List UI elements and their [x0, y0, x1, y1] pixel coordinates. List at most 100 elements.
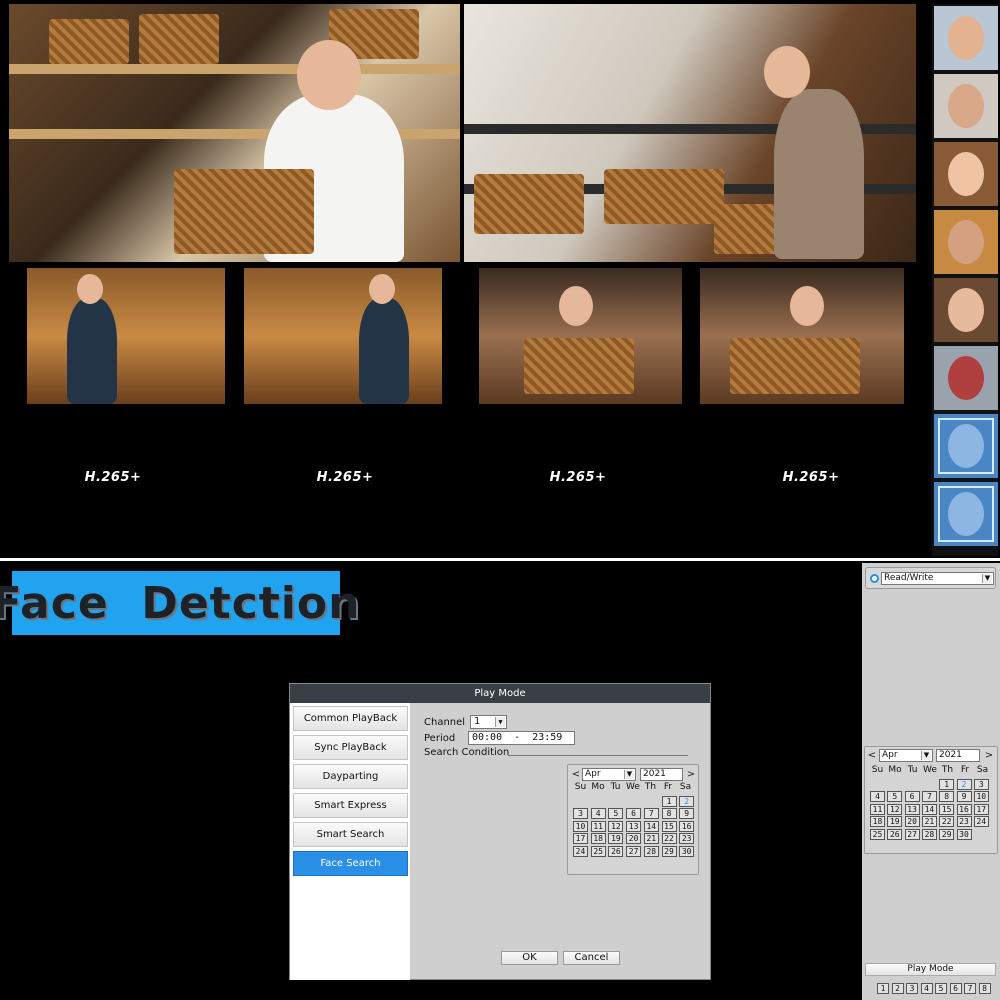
calendar-day[interactable]: 24: [973, 816, 989, 828]
calendar-day[interactable]: 24: [573, 845, 588, 857]
calendar-day[interactable]: 14: [643, 820, 659, 832]
calendar-day[interactable]: 21: [643, 833, 659, 845]
calendar-day[interactable]: 17: [573, 833, 588, 845]
channel-button[interactable]: 8: [978, 983, 991, 994]
play-mode-button[interactable]: Play Mode: [865, 963, 996, 976]
calendar-next-button[interactable]: >: [984, 750, 994, 761]
calendar-day[interactable]: 23: [679, 833, 695, 845]
calendar-day[interactable]: 22: [939, 816, 955, 828]
calendar-day[interactable]: 7: [643, 808, 659, 820]
calendar-day[interactable]: 21: [921, 816, 937, 828]
calendar-day[interactable]: 17: [973, 803, 989, 815]
calendar-day[interactable]: 9: [679, 808, 695, 820]
mode-smart-search[interactable]: Smart Search: [293, 822, 408, 847]
calendar-day[interactable]: 29: [661, 845, 677, 857]
channel-select[interactable]: 1 ▼: [470, 715, 507, 729]
calendar-day[interactable]: 4: [590, 808, 606, 820]
calendar-day[interactable]: 15: [939, 803, 955, 815]
channel-button[interactable]: 3: [906, 983, 918, 994]
channel-button[interactable]: 7: [964, 983, 976, 994]
calendar-day[interactable]: 29: [939, 828, 955, 840]
calendar-day[interactable]: 12: [608, 820, 624, 832]
calendar-day[interactable]: 8: [939, 791, 955, 803]
camera-view-2[interactable]: [464, 4, 916, 262]
calendar-day[interactable]: 30: [956, 828, 972, 840]
channel-button[interactable]: 4: [920, 983, 933, 994]
calendar-day[interactable]: 26: [887, 828, 903, 840]
calendar-day[interactable]: 20: [904, 816, 920, 828]
calendar-day[interactable]: 10: [573, 820, 588, 832]
calendar-prev-button[interactable]: <: [867, 750, 877, 761]
mode-common-playback[interactable]: Common PlayBack: [293, 706, 408, 731]
camera-view-4[interactable]: [244, 268, 442, 404]
channel-button[interactable]: 5: [935, 983, 947, 994]
calendar-day[interactable]: 11: [870, 803, 885, 815]
calendar-day[interactable]: 4: [870, 791, 885, 803]
calendar-day[interactable]: 13: [626, 820, 642, 832]
calendar-day[interactable]: 25: [870, 828, 885, 840]
calendar-day[interactable]: 19: [887, 816, 903, 828]
calendar-day[interactable]: 1: [661, 796, 677, 807]
calendar-day[interactable]: 20: [626, 833, 642, 845]
mode-smart-express[interactable]: Smart Express: [293, 793, 408, 818]
calendar-day[interactable]: 11: [590, 820, 606, 832]
mode-dayparting[interactable]: Dayparting: [293, 764, 408, 789]
channel-button[interactable]: 2: [891, 983, 904, 994]
channel-button[interactable]: 6: [949, 983, 962, 994]
calendar-day[interactable]: 7: [921, 791, 937, 803]
calendar-next-button[interactable]: >: [686, 769, 696, 780]
camera-view-5[interactable]: [479, 268, 682, 404]
face-thumbnail[interactable]: [934, 278, 998, 342]
calendar-day[interactable]: 14: [921, 803, 937, 815]
calendar-day[interactable]: 28: [921, 828, 937, 840]
face-thumbnail[interactable]: [934, 346, 998, 410]
month-select[interactable]: Apr ▼: [879, 749, 933, 762]
calendar-day[interactable]: 5: [887, 791, 903, 803]
ok-button[interactable]: OK: [501, 951, 558, 965]
calendar-prev-button[interactable]: <: [571, 769, 581, 780]
calendar-day[interactable]: 16: [679, 820, 695, 832]
calendar-day[interactable]: 8: [661, 808, 677, 820]
calendar-day[interactable]: 27: [904, 828, 920, 840]
calendar-day[interactable]: 22: [661, 833, 677, 845]
calendar-day[interactable]: 16: [956, 803, 972, 815]
cancel-button[interactable]: Cancel: [563, 951, 620, 965]
calendar-day[interactable]: 2: [956, 779, 972, 790]
calendar-day[interactable]: 9: [956, 791, 972, 803]
calendar-day[interactable]: 10: [973, 791, 989, 803]
calendar-day[interactable]: 3: [973, 779, 989, 790]
mode-sync-playback[interactable]: Sync PlayBack: [293, 735, 408, 760]
camera-view-1[interactable]: [9, 4, 460, 262]
calendar-day[interactable]: 6: [626, 808, 642, 820]
calendar-day[interactable]: 12: [887, 803, 903, 815]
calendar-day[interactable]: 28: [643, 845, 659, 857]
calendar-day[interactable]: 19: [608, 833, 624, 845]
face-thumbnail[interactable]: [934, 74, 998, 138]
calendar-day[interactable]: 23: [956, 816, 972, 828]
channel-button[interactable]: 1: [877, 983, 889, 994]
face-thumbnail[interactable]: [934, 210, 998, 274]
calendar-day[interactable]: 18: [870, 816, 885, 828]
calendar-day[interactable]: 5: [608, 808, 624, 820]
calendar-day[interactable]: 6: [904, 791, 920, 803]
calendar-day[interactable]: 1: [939, 779, 955, 790]
calendar-day[interactable]: 30: [679, 845, 695, 857]
calendar-day[interactable]: 3: [573, 808, 588, 820]
calendar-day[interactable]: 25: [590, 845, 606, 857]
year-field[interactable]: 2021: [936, 749, 980, 762]
period-field[interactable]: 00:00 - 23:59: [468, 731, 575, 745]
calendar-day[interactable]: 26: [608, 845, 624, 857]
calendar-day[interactable]: 15: [661, 820, 677, 832]
calendar-day[interactable]: 13: [904, 803, 920, 815]
face-scan-thumbnail[interactable]: [934, 482, 998, 546]
camera-view-6[interactable]: [700, 268, 904, 404]
face-thumbnail[interactable]: [934, 142, 998, 206]
mode-face-search[interactable]: Face Search: [293, 851, 408, 876]
face-scan-thumbnail[interactable]: [934, 414, 998, 478]
camera-view-3[interactable]: [27, 268, 225, 404]
calendar-day[interactable]: 2: [679, 796, 695, 807]
calendar-day[interactable]: 27: [626, 845, 642, 857]
year-field[interactable]: 2021: [640, 768, 683, 781]
face-thumbnail[interactable]: [934, 6, 998, 70]
calendar-day[interactable]: 18: [590, 833, 606, 845]
